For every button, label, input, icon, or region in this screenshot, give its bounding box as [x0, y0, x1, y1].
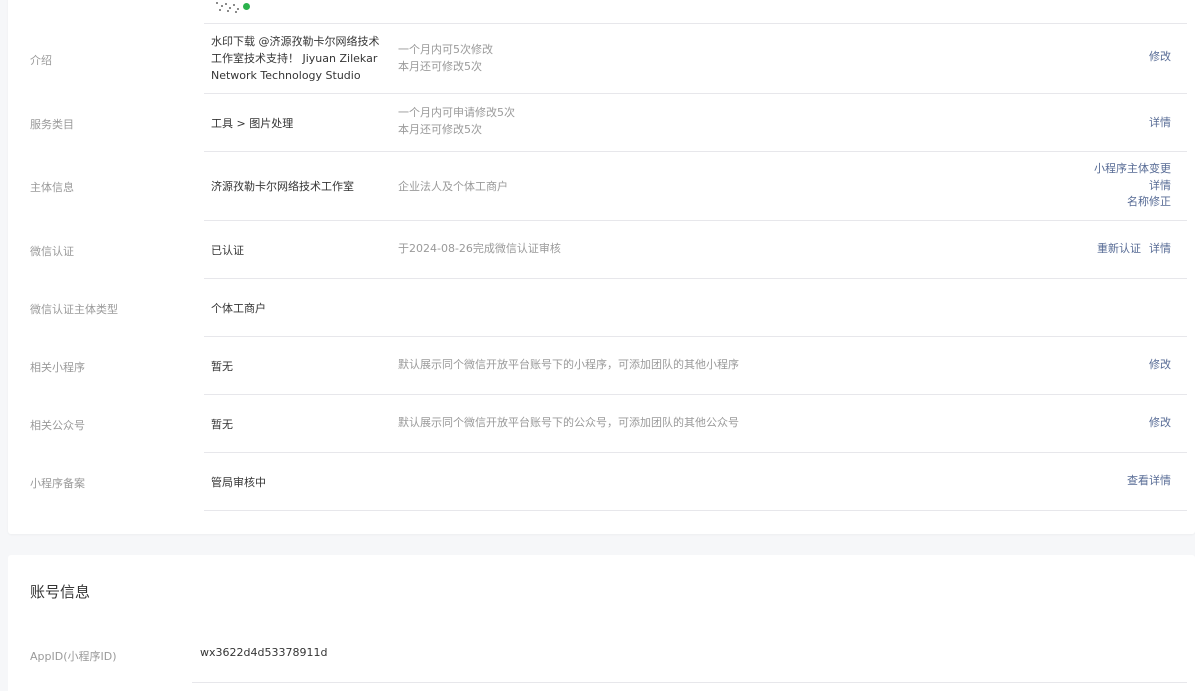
row-value: 工具 > 图片处理: [211, 117, 294, 130]
row-desc: 一个月内可申请修改5次 本月还可修改5次: [398, 106, 515, 136]
row-label: 服务类目: [30, 118, 74, 131]
info-row-filing: 小程序备案 管局审核中 查看详情: [8, 453, 1195, 511]
row-value: 暂无: [211, 418, 233, 431]
verification-detail-link[interactable]: 详情: [1149, 241, 1171, 258]
appid-label: AppID(小程序ID): [30, 650, 117, 663]
row-desc: 企业法人及个体工商户: [398, 180, 508, 193]
row-desc: 于2024-08-26完成微信认证审核: [398, 242, 561, 255]
info-row-related-official-accounts: 相关公众号 暂无 默认展示同个微信开放平台账号下的公众号，可添加团队的其他公众号…: [8, 395, 1195, 453]
row-value: 个体工商户: [211, 302, 266, 315]
row-label: 主体信息: [30, 181, 74, 194]
row-actions: 小程序主体变更 详情 名称修正: [1094, 161, 1171, 211]
row-desc: 默认展示同个微信开放平台账号下的小程序，可添加团队的其他小程序: [398, 358, 739, 371]
row-label: 介绍: [30, 54, 52, 67]
info-row-verification-entity-type: 微信认证主体类型 个体工商户: [8, 279, 1195, 337]
info-row-service-category: 服务类目 工具 > 图片处理 一个月内可申请修改5次 本月还可修改5次 详情: [8, 94, 1195, 152]
info-row-wechat-verification: 微信认证 已认证 于2024-08-26完成微信认证审核 重新认证 详情: [8, 221, 1195, 279]
row-label: 相关公众号: [30, 419, 85, 432]
row-label: 小程序备案: [30, 477, 85, 490]
row-value: 已认证: [211, 244, 244, 257]
edit-related-official-accounts-link[interactable]: 修改: [1149, 415, 1171, 432]
edit-intro-link[interactable]: 修改: [1149, 49, 1171, 66]
row-actions: 详情: [1149, 115, 1171, 132]
row-desc: 一个月内可5次修改 本月还可修改5次: [398, 43, 493, 73]
reverify-link[interactable]: 重新认证: [1097, 241, 1141, 258]
row-label: 微信认证主体类型: [30, 303, 118, 316]
row-actions: 修改: [1149, 357, 1171, 374]
row-divider: [192, 682, 1187, 683]
service-category-detail-link[interactable]: 详情: [1149, 115, 1171, 132]
entity-change-link[interactable]: 小程序主体变更: [1094, 161, 1171, 178]
row-actions: 修改: [1149, 415, 1171, 432]
appid-value: wx3622d4d53378911d: [200, 646, 328, 659]
row-divider: [204, 23, 1187, 24]
row-label: 微信认证: [30, 245, 74, 258]
row-value: 水印下载 @济源孜勒卡尔网络技术工作室技术支持！ Jiyuan Zilekar …: [211, 35, 380, 82]
filing-detail-link[interactable]: 查看详情: [1127, 473, 1171, 490]
row-value: 济源孜勒卡尔网络技术工作室: [211, 180, 354, 193]
info-row-intro: 介绍 水印下载 @济源孜勒卡尔网络技术工作室技术支持！ Jiyuan Zilek…: [8, 0, 1195, 94]
row-value: 暂无: [211, 360, 233, 373]
edit-related-miniprograms-link[interactable]: 修改: [1149, 357, 1171, 374]
row-divider: [204, 510, 1187, 511]
entity-detail-link[interactable]: 详情: [1094, 178, 1171, 195]
info-row-entity: 主体信息 济源孜勒卡尔网络技术工作室 企业法人及个体工商户 小程序主体变更 详情…: [8, 152, 1195, 221]
row-actions: 修改: [1149, 49, 1171, 66]
row-actions: 重新认证 详情: [1097, 241, 1171, 258]
name-correction-link[interactable]: 名称修正: [1094, 194, 1171, 211]
info-row-related-miniprograms: 相关小程序 暂无 默认展示同个微信开放平台账号下的小程序，可添加团队的其他小程序…: [8, 337, 1195, 395]
account-info-title: 账号信息: [30, 583, 91, 601]
basic-info-card: 介绍 水印下载 @济源孜勒卡尔网络技术工作室技术支持！ Jiyuan Zilek…: [8, 0, 1195, 534]
row-actions: 查看详情: [1127, 473, 1171, 490]
row-label: 相关小程序: [30, 361, 85, 374]
row-desc: 默认展示同个微信开放平台账号下的公众号，可添加团队的其他公众号: [398, 416, 739, 429]
row-value: 管局审核中: [211, 476, 266, 489]
account-info-card: 账号信息 AppID(小程序ID) wx3622d4d53378911d: [8, 555, 1195, 691]
